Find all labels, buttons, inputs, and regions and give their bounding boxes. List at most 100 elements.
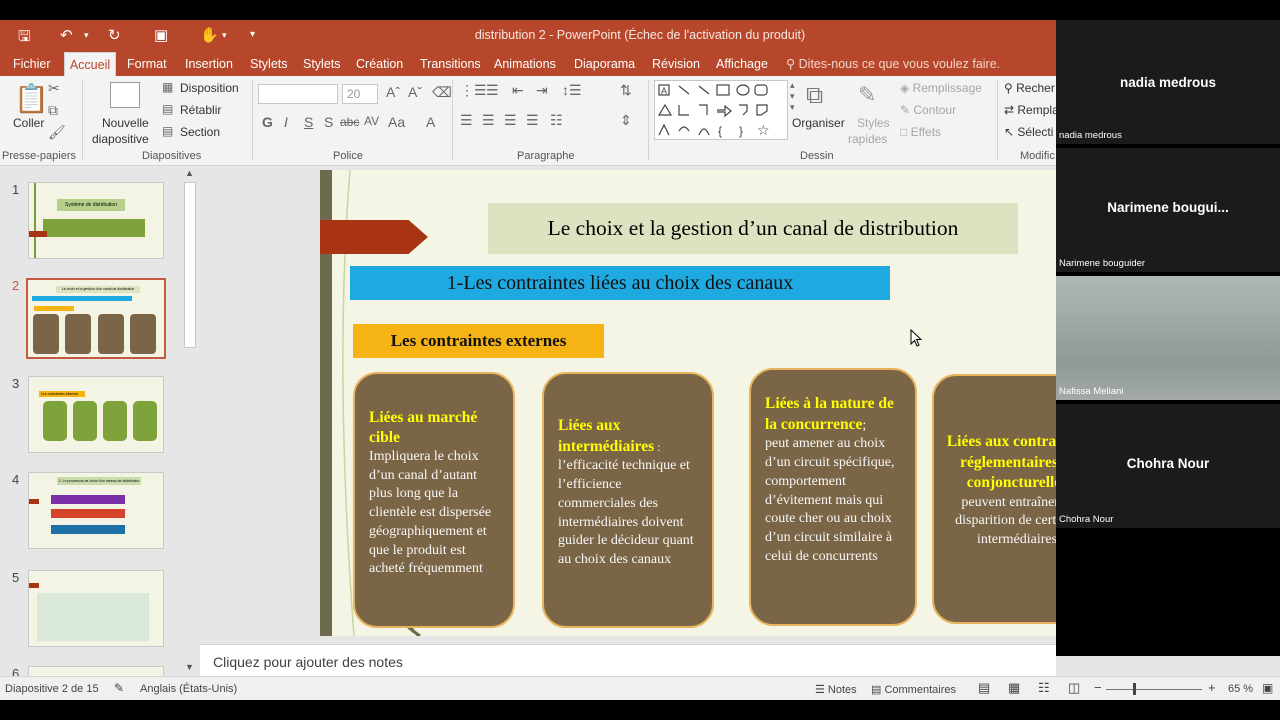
slide-thumbnail-4[interactable]: 2- Le processus de choix d'un réseau de … [28, 472, 164, 549]
new-slide-label-2[interactable]: diapositive [92, 132, 149, 146]
quick-styles-icon[interactable]: ✎ [858, 82, 876, 108]
shrink-font-icon[interactable]: Aˇ [408, 84, 422, 100]
normal-view-icon[interactable]: ▤ [978, 680, 990, 696]
tab-stylets-2[interactable]: Stylets [299, 52, 345, 76]
change-case-button[interactable]: Aa [388, 114, 405, 130]
scroll-down-icon[interactable]: ▼ [185, 662, 194, 672]
slide-thumbnail-5[interactable] [28, 570, 164, 647]
paste-icon[interactable]: 📋 [14, 82, 49, 115]
card-market[interactable]: Liées au marché cible Impliquera le choi… [353, 372, 515, 628]
tab-fichier[interactable]: Fichier [9, 52, 55, 76]
shape-effects-button[interactable]: □ Effets [900, 125, 941, 139]
italic-button[interactable]: I [284, 114, 288, 130]
zoom-slider[interactable] [1106, 689, 1202, 690]
tab-format[interactable]: Format [123, 52, 171, 76]
increase-indent-icon[interactable]: ⇥ [536, 82, 548, 99]
zoom-level[interactable]: 65 % [1228, 683, 1253, 695]
tab-stylets-1[interactable]: Stylets [246, 52, 292, 76]
section-heading[interactable]: Les contraintes externes [353, 324, 604, 358]
slide-thumbnail-6[interactable] [28, 666, 164, 676]
tab-accueil[interactable]: Accueil [64, 52, 116, 77]
align-left-icon[interactable]: ☰ [460, 112, 473, 129]
spellcheck-icon[interactable]: ✎ [114, 681, 124, 695]
thumbnail-scrollbar[interactable]: ▲ ▼ [182, 166, 198, 676]
clear-format-icon[interactable]: ⌫ [432, 84, 452, 101]
shadow-button[interactable]: S [324, 114, 333, 130]
layout-icon[interactable]: ▦ [162, 80, 173, 94]
participant-video-tile[interactable]: Nafissa Meliani [1056, 276, 1280, 400]
new-slide-icon[interactable] [110, 82, 140, 108]
replace-button[interactable]: ⇄ Rempla [1004, 103, 1059, 117]
zoom-slider-thumb[interactable] [1133, 683, 1136, 695]
slide-title[interactable]: Le choix et la gestion d’un canal de dis… [488, 203, 1018, 254]
slide-subtitle[interactable]: 1-Les contraintes liées au choix des can… [350, 266, 890, 300]
fit-slide-icon[interactable]: ▣ [1262, 681, 1273, 695]
numbering-icon[interactable]: ☰ [486, 82, 499, 99]
new-slide-label-1[interactable]: Nouvelle [102, 116, 149, 130]
notes-toggle[interactable]: ☰ Notes [815, 683, 857, 696]
language-indicator[interactable]: Anglais (États-Unis) [140, 683, 237, 695]
bold-button[interactable]: G [262, 114, 273, 130]
tab-creation[interactable]: Création [352, 52, 407, 76]
find-button[interactable]: ⚲ Recher [1004, 81, 1055, 95]
text-direction-icon[interactable]: ⇅ [620, 82, 632, 99]
slide-thumbnail-3[interactable]: Les contraintes internes [28, 376, 164, 453]
tab-insertion[interactable]: Insertion [181, 52, 237, 76]
notes-pane[interactable]: Cliquez pour ajouter des notes [200, 644, 1056, 676]
zoom-in-icon[interactable]: + [1208, 680, 1216, 695]
participant-tile[interactable]: Chohra Nour Chohra Nour [1056, 404, 1280, 528]
align-center-icon[interactable]: ☰ [482, 112, 495, 129]
reset-icon[interactable]: ▤ [162, 102, 173, 116]
layout-button[interactable]: Disposition [180, 81, 239, 95]
shape-fill-button[interactable]: ◈ Remplissage [900, 81, 982, 95]
reading-view-icon[interactable]: ☷ [1038, 680, 1050, 696]
copy-icon[interactable]: ⧉ [48, 102, 58, 119]
slideshow-icon[interactable]: ◫ [1068, 680, 1080, 696]
grow-font-icon[interactable]: Aˆ [386, 84, 400, 100]
tab-diaporama[interactable]: Diaporama [570, 52, 639, 76]
tab-revision[interactable]: Révision [648, 52, 704, 76]
tell-me-box[interactable]: ⚲ Dites-nous ce que vous voulez faire. [782, 52, 1004, 76]
tab-transitions[interactable]: Transitions [416, 52, 485, 76]
cut-icon[interactable]: ✂ [48, 80, 60, 97]
slide-sorter-icon[interactable]: ▦ [1008, 680, 1020, 696]
underline-button[interactable]: S [304, 114, 313, 130]
font-color-button[interactable]: A [426, 114, 435, 130]
tab-affichage[interactable]: Affichage [712, 52, 772, 76]
line-spacing-icon[interactable]: ↕☰ [562, 82, 582, 99]
participant-tile[interactable]: nadia medrous nadia medrous [1056, 20, 1280, 144]
char-spacing-button[interactable]: AV [364, 114, 379, 128]
font-size-input[interactable]: 20 [342, 84, 378, 104]
format-painter-icon[interactable]: 🖌 [48, 124, 66, 141]
participant-tile[interactable]: Narimene bougui... Narimene bouguider [1056, 148, 1280, 272]
slide-canvas[interactable]: Le choix et la gestion d’un canal de dis… [320, 170, 1147, 636]
card-competition[interactable]: Liées à la nature de la concurrence; peu… [749, 368, 917, 626]
zoom-out-icon[interactable]: − [1094, 680, 1102, 695]
columns-icon[interactable]: ☷ [550, 112, 563, 129]
decrease-indent-icon[interactable]: ⇤ [512, 82, 524, 99]
scrollbar-thumb[interactable] [184, 182, 196, 348]
justify-icon[interactable]: ☰ [526, 112, 539, 129]
shapes-gallery[interactable]: A { } ☆ [654, 80, 788, 140]
arrange-icon[interactable]: ⧉ [806, 82, 823, 110]
slide-thumbnail-2-selected[interactable]: Le choix et la gestion d'un canal de dis… [26, 278, 166, 359]
comments-toggle[interactable]: ▤ Commentaires [871, 683, 956, 696]
scroll-up-icon[interactable]: ▲ [185, 168, 194, 178]
tab-animations[interactable]: Animations [490, 52, 560, 76]
card-intermediaries[interactable]: Liées aux intermédiaires : l’efficacité … [542, 372, 714, 628]
slide-thumbnail-1[interactable]: Système de distribution [28, 182, 164, 259]
section-icon[interactable]: ▤ [162, 124, 173, 138]
select-button[interactable]: ↖ Sélecti [1004, 125, 1053, 139]
align-text-icon[interactable]: ⇕ [620, 112, 632, 129]
reset-button[interactable]: Rétablir [180, 103, 221, 117]
bullets-icon[interactable]: ⋮☰ [460, 82, 487, 99]
paste-button[interactable]: Coller [13, 116, 44, 130]
quick-styles-label-1[interactable]: Styles [857, 116, 890, 130]
gallery-scroll-icon[interactable]: ▴ ▾ ▾ [790, 80, 795, 113]
quick-styles-label-2[interactable]: rapides [848, 132, 887, 146]
section-button[interactable]: Section [180, 125, 220, 139]
strikethrough-button[interactable]: abc [340, 115, 359, 129]
align-right-icon[interactable]: ☰ [504, 112, 517, 129]
arrange-button[interactable]: Organiser [792, 116, 845, 130]
shape-outline-button[interactable]: ✎ Contour [900, 103, 956, 117]
